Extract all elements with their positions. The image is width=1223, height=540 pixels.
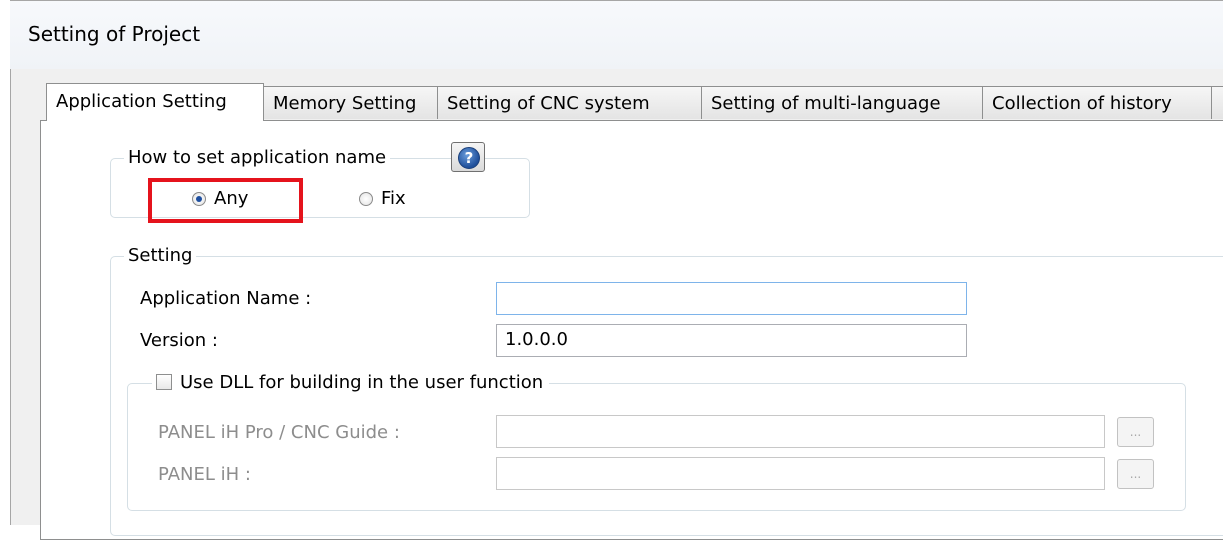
radio-fix-indicator[interactable] [359, 192, 373, 206]
help-button[interactable]: ? [451, 142, 485, 172]
panel-ih-browse-button[interactable]: ... [1117, 459, 1154, 489]
tab-cnc-system[interactable]: Setting of CNC system [437, 86, 702, 119]
application-name-input[interactable] [496, 282, 967, 315]
radio-fix[interactable]: Fix [359, 188, 406, 209]
panel-ih-pro-browse-button[interactable]: ... [1117, 417, 1154, 447]
name-mode-legend: How to set application name [124, 147, 391, 168]
setting-legend: Setting [124, 245, 197, 266]
panel-ih-pro-label: PANEL iH Pro / CNC Guide : [158, 422, 400, 443]
panel-ih-pro-input[interactable] [496, 415, 1105, 448]
tab-multi-language[interactable]: Setting of multi-language [701, 86, 983, 119]
project-settings-window: Setting of Project Application Setting M… [0, 0, 1223, 540]
dll-checkbox-row[interactable]: Use DLL for building in the user functio… [152, 372, 550, 393]
tab-memory-setting[interactable]: Memory Setting [263, 86, 438, 119]
version-input[interactable]: 1.0.0.0 [496, 324, 967, 357]
dll-checkbox[interactable] [156, 374, 172, 390]
title-bar: Setting of Project [10, 0, 1223, 69]
tab-overflow-partial[interactable] [1211, 86, 1223, 119]
panel-ih-input[interactable] [496, 457, 1105, 490]
radio-fix-label: Fix [381, 188, 406, 209]
question-circle-icon: ? [458, 147, 480, 169]
highlight-box [148, 178, 303, 223]
dll-checkbox-label: Use DLL for building in the user functio… [180, 372, 544, 393]
tab-collection-of-history[interactable]: Collection of history [982, 86, 1212, 119]
window-left-edge [0, 0, 11, 525]
panel-ih-label: PANEL iH : [158, 464, 251, 485]
window-title: Setting of Project [28, 22, 201, 46]
tab-application-setting[interactable]: Application Setting [46, 83, 264, 121]
application-name-label: Application Name : [140, 288, 312, 309]
version-label: Version : [140, 330, 218, 351]
